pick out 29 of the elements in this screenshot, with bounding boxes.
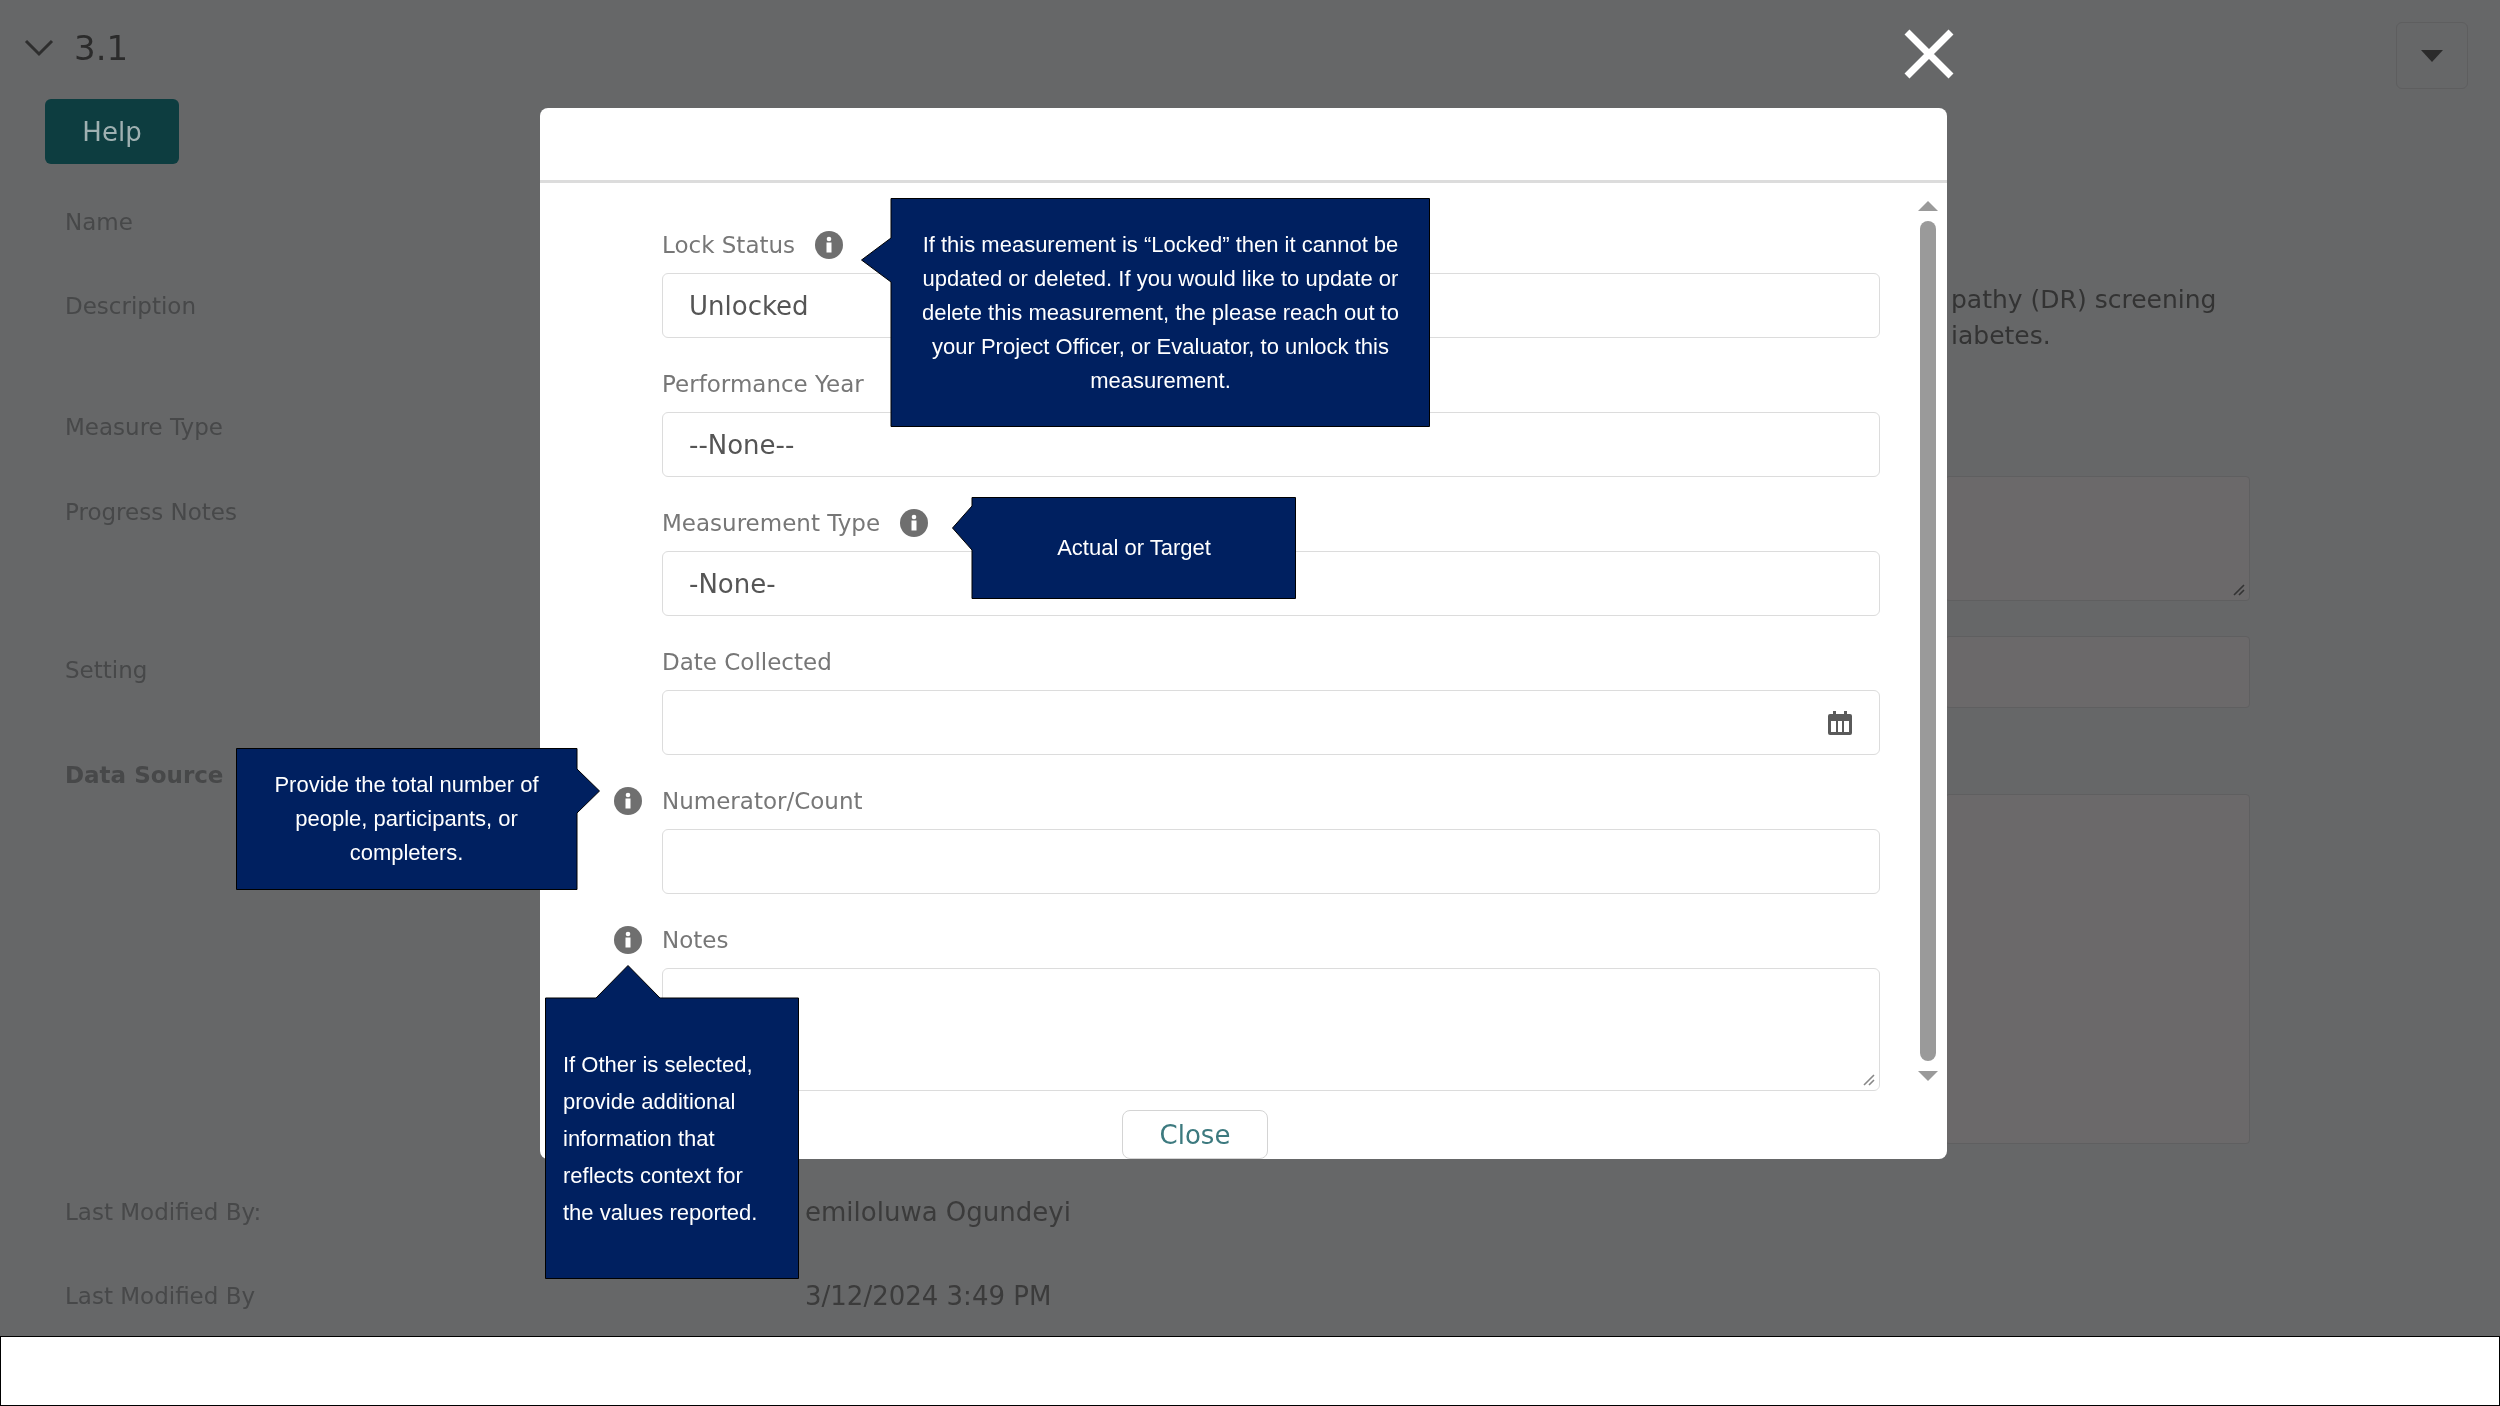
date-field[interactable] bbox=[662, 690, 1880, 755]
help-button[interactable]: Help bbox=[45, 99, 179, 164]
input-field[interactable] bbox=[1945, 636, 2250, 708]
dropdown-button[interactable] bbox=[2396, 22, 2468, 89]
info-icon[interactable] bbox=[815, 231, 844, 259]
callout-tooltip: If Other is selected, provide additional information that reflects context for the values reported. bbox=[545, 965, 799, 1279]
field-label: Lock Status bbox=[662, 232, 796, 258]
resize-grip-icon bbox=[2231, 582, 2245, 596]
input-field[interactable] bbox=[1945, 794, 2250, 1144]
callout-tooltip: Provide the total number of people, participants, or completers. bbox=[236, 748, 600, 890]
scroll-down-arrow-icon[interactable] bbox=[1918, 1071, 1938, 1081]
caret-down-icon bbox=[2421, 49, 2443, 62]
chevron-down-icon[interactable] bbox=[24, 39, 54, 57]
scrollbar-thumb[interactable] bbox=[1920, 221, 1936, 1061]
resize-grip-icon bbox=[1861, 1072, 1875, 1086]
section-title: 3.1 bbox=[74, 28, 129, 68]
close-icon[interactable] bbox=[1903, 28, 1955, 80]
field-label: Measurement Type bbox=[662, 510, 881, 536]
scroll-up-arrow-icon[interactable] bbox=[1918, 201, 1938, 211]
calendar-icon bbox=[1827, 709, 1853, 736]
field-label: Numerator/Count bbox=[662, 788, 863, 814]
close-button[interactable]: Close bbox=[1122, 1110, 1268, 1159]
info-icon[interactable] bbox=[900, 509, 929, 537]
field-label: Notes bbox=[662, 927, 729, 953]
field-label: Date Collected bbox=[662, 649, 832, 675]
callout-tooltip: Actual or Target bbox=[952, 497, 1296, 599]
info-icon[interactable] bbox=[614, 787, 642, 815]
info-icon[interactable] bbox=[614, 926, 642, 954]
field-label: Performance Year bbox=[662, 371, 864, 397]
